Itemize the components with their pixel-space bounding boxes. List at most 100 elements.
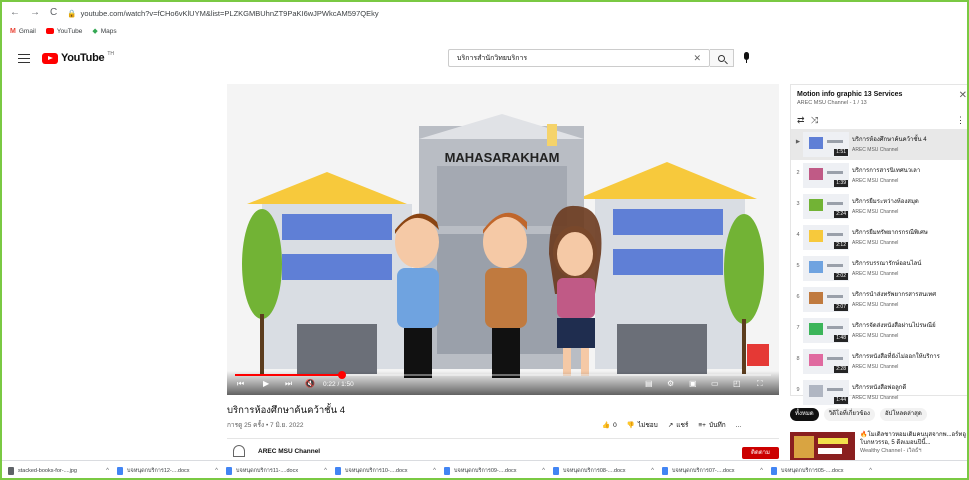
chevron-up-icon[interactable]: ^ [324,468,327,474]
search-button[interactable] [710,49,734,67]
progress-scrubber[interactable] [338,371,347,379]
playlist-item[interactable]: 4 2:12 บริการยืมทรัพยากรกรณีพิเศษ AREC MSU … [791,222,967,253]
recommendation-title[interactable]: 🔥โมเดิลชาวหอมเดิมคนบุสจากพ...อร์ทอูโบกหว… [860,431,967,455]
like-button[interactable]: 👍 0 [602,421,617,430]
like-count: 0 [613,421,617,429]
playlist-item-duration: 1:39 [834,180,848,187]
bookmark-youtube[interactable]: YouTube [45,28,82,35]
share-button[interactable]: ↗ แชร์ [668,420,689,430]
subtitles-icon[interactable]: ▤ [645,380,653,388]
cast-icon[interactable]: ◰ [733,380,741,388]
miniplayer-icon[interactable]: ▣ [689,380,697,388]
chip-recent[interactable]: อัปโหลดล่าสุด [879,408,927,421]
playlist-item-channel: AREC MSU Channel [852,240,899,246]
playlist-item-thumbnail: 2:02 [803,256,849,281]
playlist-item-thumbnail: 1:48 [803,318,849,343]
loop-icon[interactable]: ⇄ [797,115,805,126]
bookmark-gmail[interactable]: M Gmail [10,28,36,35]
chevron-up-icon[interactable]: ^ [869,468,872,474]
theater-icon[interactable]: ▭ [711,380,719,388]
playlist-item-text: บริการการสารนิเทศนวเลา AREC MSU Channel [852,165,964,184]
download-item[interactable]: บจหนุดกบริการ12-....docx ^ [117,466,226,475]
play-icon[interactable]: ▶ [263,380,269,388]
fullscreen-icon[interactable]: ⛶ [757,380,763,388]
menu-icon[interactable] [18,54,30,63]
chevron-up-icon[interactable]: ^ [760,468,763,474]
forward-icon[interactable]: → [30,8,40,18]
save-button[interactable]: ≡+ บันทึก [698,420,725,430]
chevron-up-icon[interactable]: ^ [106,468,109,474]
next-icon[interactable]: ⏭ [285,380,292,388]
playlist-item-index: 7 [796,325,800,331]
reload-icon[interactable]: C [50,8,57,18]
dislike-button[interactable]: 👎 ไม่ชอบ [627,420,658,430]
playlist-item-index: ▶ [795,139,801,145]
playlist-item-duration: 2:28 [834,366,848,373]
chevron-up-icon[interactable]: ^ [651,468,654,474]
more-button[interactable]: ... [736,422,741,429]
playlist-item-duration: 1:51 [834,149,848,156]
youtube-logo[interactable]: YouTube TH [42,51,114,64]
back-icon[interactable]: ← [10,8,20,18]
subscribe-button[interactable]: ติดตาม [742,447,779,459]
playlist-item[interactable]: 7 1:48 บริการจัดส่งหนังสือผ่านไปรษณีย์ AREC… [791,315,967,346]
playlist-item[interactable]: 5 2:02 บริการบรรณารักษ์ออนไลน์ AREC MSU Cha… [791,253,967,284]
playlist-item[interactable]: 8 2:28 บริการหนังสือที่ยังไม่ออกให้บริการ A… [791,346,967,377]
playlist-item-text: บริการจัดส่งหนังสือผ่านไปรษณีย์ AREC MSU … [852,320,964,339]
download-filename: บจหนุดกบริการ05-....docx [781,467,844,474]
download-item[interactable]: stacked-books-for-....jpg ^ [8,466,117,475]
progress-bar[interactable] [235,371,771,379]
download-item[interactable]: บจหนุดกบริการ09-....docx ^ [444,466,553,475]
progress-fill [235,374,343,376]
settings-icon[interactable]: ⚙ [667,380,674,388]
chip-related[interactable]: วิดีโอที่เกี่ยวข้อง [823,408,875,421]
more-label: ... [735,421,742,429]
building-sign: MAHASARAKHAM [444,150,560,165]
playlist-item[interactable]: 9 1:44 บริการหนังสือพ่อลูกดี AREC MSU Chann… [791,377,967,408]
playlist-item-channel: AREC MSU Channel [852,178,899,184]
download-item[interactable]: บจหนุดกบริการ05-....docx ^ [771,466,880,475]
playlist-subtitle: AREC MSU Channel - 1 / 13 [797,100,867,106]
playlist-item-index: 3 [796,201,800,207]
address-bar[interactable]: 🔒 youtube.com/watch?v=fCHo6vKlUYM&list=P… [67,9,378,18]
close-icon[interactable]: ✕ [959,90,967,101]
video-actions: 👍 0 👎 ไม่ชอบ ↗ แชร์ ≡+ บันทึก ... [602,420,741,430]
microphone-icon[interactable] [744,52,749,63]
playlist-item-title: บริการบรรณารักษ์ออนไลน์ [852,261,922,267]
bookmark-maps[interactable]: ◆ Maps [92,27,117,36]
playlist-item-text: บริการห้องศึกษาค้นคว้าชั้น 4 AREC MSU Cha… [852,134,964,153]
previous-icon[interactable]: ⏮ [237,380,244,388]
playlist-item[interactable]: ▶ 1:51 บริการห้องศึกษาค้นคว้าชั้น 4 AREC MS… [791,129,967,160]
shuffle-icon[interactable]: ⤨ [811,115,818,126]
recommendation-thumbnail[interactable] [790,432,855,462]
download-item[interactable]: บจหนุดกบริการ08-....docx ^ [553,466,662,475]
playlist-items: ▶ 1:51 บริการห้องศึกษาค้นคว้าชั้น 4 AREC MS… [791,129,967,408]
playlist-item-duration: 1:48 [834,335,848,342]
search-input[interactable]: บริการสำนักวิทยบริการ ✕ [448,49,710,67]
more-options-icon[interactable]: ⋮ [956,115,965,126]
playlist-item-text: บริการหนังสือพ่อลูกดี AREC MSU Channel [852,382,964,401]
playlist-item-index: 4 [796,232,800,238]
video-player[interactable]: MAHASARAKHAM ⏮ ▶ ⏭ 🔇 0:22 / 1:50 ▤ ⚙ ▣ ▭… [227,84,779,395]
playlist-item[interactable]: 2 1:39 บริการการสารนิเทศนวเลา AREC MSU Chan… [791,160,967,191]
download-item[interactable]: บจหนุดกบริการ10-....docx ^ [335,466,444,475]
youtube-play-icon [42,52,58,64]
chip-all[interactable]: ทั้งหมด [790,408,819,421]
playlist-item[interactable]: 3 2:24 บริการยืมระหว่างห้องสมุด AREC MSU Ch… [791,191,967,222]
playlist-item[interactable]: 6 2:07 บริการนำส่งทรัพยากรสารสนเทศ AREC MSU… [791,284,967,315]
clear-icon[interactable]: ✕ [693,53,701,64]
download-item[interactable]: บจหนุดกบริการ11-....docx ^ [226,466,335,475]
playlist-title[interactable]: Motion info graphic 13 Services [797,91,963,98]
mute-icon[interactable]: 🔇 [305,380,315,388]
chevron-up-icon[interactable]: ^ [433,468,436,474]
address-url: youtube.com/watch?v=fCHo6vKlUYM&list=PLZ… [80,8,379,18]
playlist-item-channel: AREC MSU Channel [852,333,899,339]
playlist-item-duration: 2:07 [834,304,848,311]
chevron-up-icon[interactable]: ^ [542,468,545,474]
playlist-item-index: 6 [796,294,800,300]
download-item[interactable]: บจหนุดกบริการ07-....docx ^ [662,466,771,475]
channel-name[interactable]: AREC MSU Channel [258,448,320,455]
bookmark-label: Maps [100,27,117,35]
channel-avatar[interactable] [233,445,245,457]
chevron-up-icon[interactable]: ^ [215,468,218,474]
